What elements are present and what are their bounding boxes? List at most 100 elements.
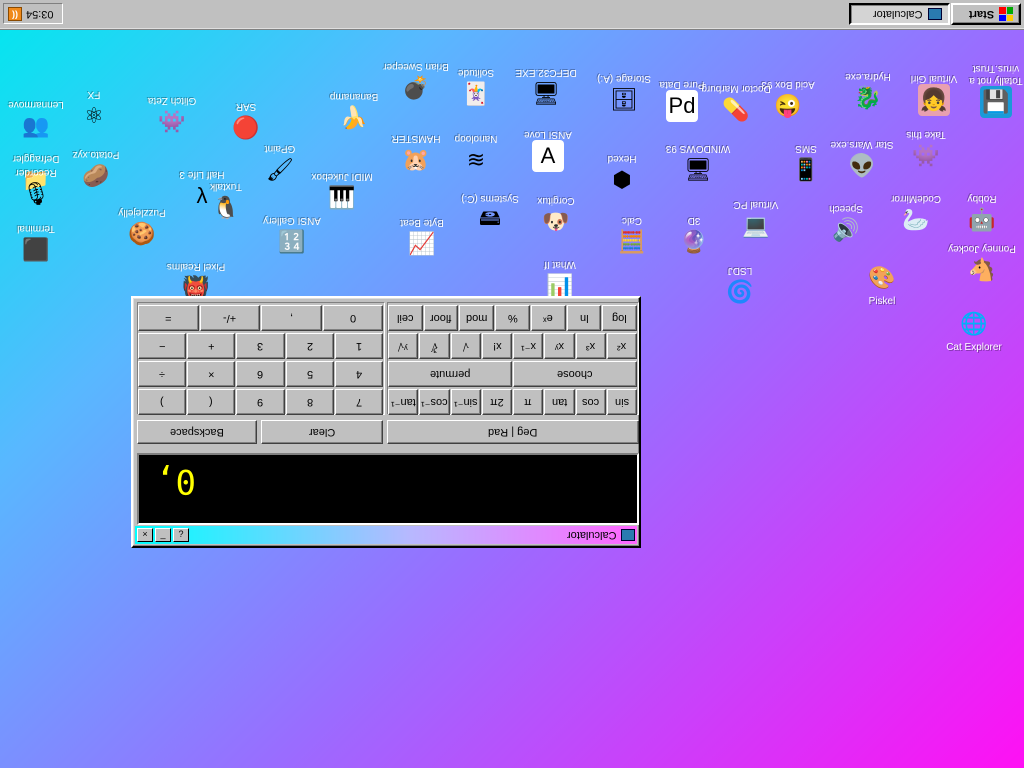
key-0[interactable]: 0 — [322, 305, 383, 331]
desktop-icon[interactable]: Hydra.exe 🐉 — [832, 68, 904, 114]
deg-rad-toggle[interactable]: Deg | Rad — [387, 420, 639, 444]
desktop-icon[interactable]: ANSI Gallery 🔢 — [256, 212, 328, 258]
key-×[interactable]: × — [187, 361, 236, 387]
desktop-icon[interactable]: Robby 🤖 — [946, 190, 1018, 236]
key-xʸ[interactable]: xʸ — [544, 333, 575, 359]
key-+[interactable]: + — [187, 333, 236, 359]
key-1[interactable]: 1 — [334, 333, 383, 359]
desktop-icon[interactable]: Calc 🧮 — [596, 212, 668, 258]
desktop-icon[interactable]: Storage (A:) 🗄 — [588, 70, 660, 116]
desktop-icon[interactable]: 🌐 Cat Explorer — [938, 308, 1010, 354]
key-6[interactable]: 6 — [236, 361, 285, 387]
key-sin⁻¹[interactable]: sin⁻¹ — [450, 389, 481, 415]
key-x![interactable]: x! — [481, 333, 512, 359]
key-ln[interactable]: ln — [566, 305, 602, 331]
desktop-icon[interactable]: CodeMirror 🦢 — [880, 190, 952, 236]
key-,[interactable]: , — [261, 305, 322, 331]
desktop-icon[interactable]: Terminal ⬛ — [0, 220, 72, 266]
key-cos[interactable]: cos — [575, 389, 606, 415]
desktop-icon[interactable]: MIDI Jukebox 🎹 — [306, 168, 378, 214]
desktop-icon[interactable]: 🎨 Piskel — [846, 262, 918, 308]
help-button[interactable]: ? — [173, 528, 189, 542]
start-button[interactable]: Start — [951, 3, 1021, 25]
desktop-icon[interactable]: Hexed ⬢ — [586, 150, 658, 196]
display-value: 0, — [155, 461, 196, 501]
key-)[interactable]: ) — [138, 389, 187, 415]
key-9[interactable]: 9 — [236, 389, 285, 415]
desktop-icon[interactable]: Tuxtalk 🐧 — [190, 178, 262, 224]
minimize-button[interactable]: _ — [155, 528, 171, 542]
key-log[interactable]: log — [602, 305, 637, 331]
key-floor[interactable]: floor — [423, 305, 459, 331]
taskbar-calculator-button[interactable]: Calculator — [849, 3, 950, 25]
calculator-titlebar[interactable]: × _ ? Calculator — [135, 526, 637, 544]
desktop-icon[interactable]: Byte Beat 📈 — [386, 214, 458, 260]
key-mod[interactable]: mod — [459, 305, 495, 331]
desktop-icon[interactable]: Virtual Girl 👧 — [898, 70, 970, 116]
desktop-icon[interactable]: LSDJ 🌀 — [704, 262, 776, 308]
desktop-icon[interactable]: ANSI Love A — [512, 126, 584, 172]
desktop-icon-label: Terminal — [17, 223, 55, 234]
key-choose[interactable]: choose — [513, 361, 637, 387]
desktop-icon-label: Systems (C:) — [461, 193, 519, 204]
desktop-icon[interactable]: Bananamp 🍌 — [318, 88, 390, 134]
desktop-icon[interactable]: SAR 🔴 — [210, 98, 282, 144]
key-5[interactable]: 5 — [285, 361, 334, 387]
desktop-icon[interactable]: Systems (C:) 🖴 — [454, 190, 526, 236]
desktop-icon-label: CodeMirror — [891, 193, 942, 204]
key-x⁻¹[interactable]: x⁻¹ — [513, 333, 544, 359]
key-3[interactable]: 3 — [236, 333, 285, 359]
key-([interactable]: ( — [187, 389, 236, 415]
key-÷[interactable]: ÷ — [138, 361, 187, 387]
close-button[interactable]: × — [137, 528, 153, 542]
key-7[interactable]: 7 — [334, 389, 383, 415]
key-%[interactable]: % — [495, 305, 530, 331]
desktop-icon[interactable]: Recorder 🎙 — [0, 164, 72, 210]
key-sin[interactable]: sin — [606, 389, 637, 415]
desktop-icon[interactable]: DEFC32.EXE 🖥 — [510, 64, 582, 110]
key-tan⁻¹[interactable]: tan⁻¹ — [388, 389, 419, 415]
key-4[interactable]: 4 — [334, 361, 383, 387]
key-eˣ[interactable]: eˣ — [530, 305, 566, 331]
key-cos⁻¹[interactable]: cos⁻¹ — [419, 389, 450, 415]
desktop-icon[interactable]: Virtual PC 💻 — [720, 196, 792, 242]
desktop-icon[interactable]: HAMSTER 🐹 — [380, 130, 452, 176]
key-tan[interactable]: tan — [544, 389, 575, 415]
app-icon: 🌀 — [726, 279, 754, 304]
desktop-icon[interactable]: Ponney Jockey 🐴 — [946, 240, 1018, 286]
calculator-window[interactable]: sin cos tan π 2π sin⁻¹ cos⁻¹ tan⁻¹ choose permute… — [131, 296, 641, 548]
desktop-icon-label: Piskel — [868, 296, 896, 307]
desktop-icon[interactable]: Speech 🔊 — [810, 200, 882, 246]
key-permute[interactable]: permute — [388, 361, 512, 387]
key-√[interactable]: √ — [450, 333, 481, 359]
desktop-icon[interactable]: Corgitux 🐶 — [520, 192, 592, 238]
key-π[interactable]: π — [513, 389, 544, 415]
key-2π[interactable]: 2π — [481, 389, 512, 415]
desktop-icon-label: Corgitux — [537, 195, 575, 206]
desktop-icon[interactable]: Glitch Zeta 👾 — [136, 92, 208, 138]
key-∛[interactable]: ∛ — [419, 333, 450, 359]
desktop-icon[interactable]: 3D 🔮 — [658, 212, 730, 258]
desktop-icon[interactable]: Lennarmove 👥 — [0, 96, 72, 142]
key-−[interactable]: − — [138, 333, 187, 359]
key-ʸ√[interactable]: ʸ√ — [388, 333, 419, 359]
key-x³[interactable]: x³ — [575, 333, 606, 359]
key-=[interactable]: = — [138, 305, 199, 331]
key-ceil[interactable]: ceil — [388, 305, 423, 331]
backspace-button[interactable]: Backspace — [137, 420, 257, 444]
rss-icon[interactable]: )) — [8, 6, 22, 21]
desktop-icon-label: ANSI Gallery — [263, 215, 321, 226]
key-2[interactable]: 2 — [285, 333, 334, 359]
desktop-icon[interactable]: Brian Sweeper 💣 — [380, 58, 452, 104]
desktop-icon[interactable]: Take this 👾 — [890, 126, 962, 172]
key-8[interactable]: 8 — [285, 389, 334, 415]
desktop-icon-label: SMS — [795, 143, 817, 154]
key-x²[interactable]: x² — [606, 333, 637, 359]
taskbar: )) 03:54 Calculator Start — [0, 0, 1024, 30]
clear-button[interactable]: Clear — [261, 420, 383, 444]
desktop-icon[interactable]: Puzzlejelly 🍪 — [106, 204, 178, 250]
desktop-icon[interactable]: WINDOWS 93 🖥 — [662, 140, 734, 186]
app-icon: 🎙 — [22, 181, 50, 206]
desktop-icon[interactable]: SMS 📱 — [770, 140, 842, 186]
key-+/-[interactable]: +/- — [199, 305, 260, 331]
